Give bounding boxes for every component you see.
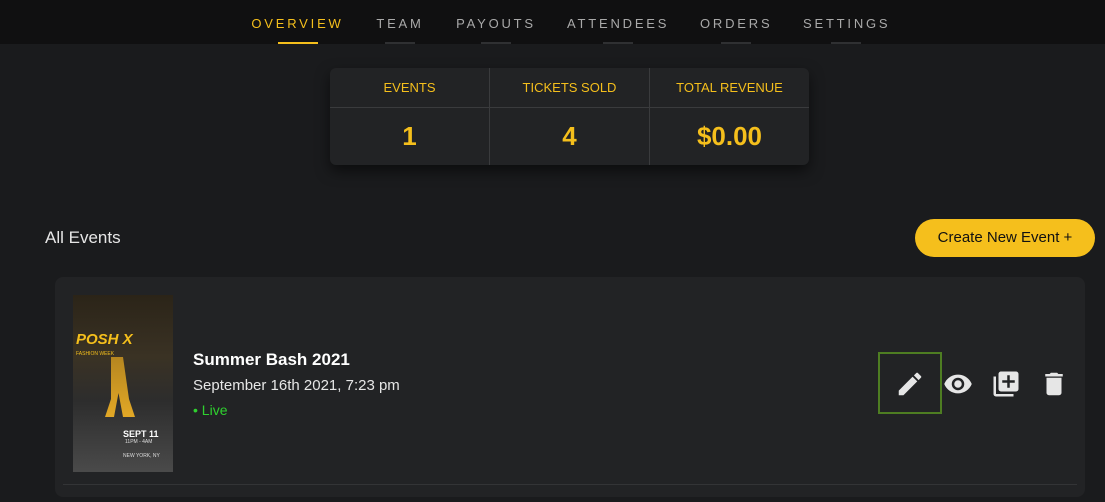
stat-value: $0.00 [696,121,763,151]
poster-date: SEPT 11 [123,429,159,439]
tab-underline [385,42,415,44]
poster-time: 11PM - 4AM [125,439,153,445]
tab-underline [831,42,861,44]
tab-settings[interactable]: SETTINGS [803,16,889,44]
duplicate-icon [993,371,1019,397]
card-divider [63,484,1077,485]
edit-button[interactable] [895,369,925,399]
stat-label: TICKETS SOLD [490,68,649,108]
trash-icon [1045,372,1063,396]
stat-events: EVENTS 1 [330,68,490,165]
event-datetime: September 16th 2021, 7:23 pm [193,377,400,394]
top-navigation: OVERVIEW TEAM PAYOUTS ATTENDEES ORDERS S… [0,0,1105,44]
tab-orders[interactable]: ORDERS [700,16,772,44]
section-title: All Events [45,228,121,247]
event-status: • Live [193,402,228,418]
eye-icon [944,374,972,394]
poster-figure [105,357,135,417]
tab-underline [603,42,633,44]
tab-underline [721,42,751,44]
event-name[interactable]: Summer Bash 2021 [193,350,350,370]
tab-team[interactable]: TEAM [376,16,424,44]
stat-label: TOTAL REVENUE [650,68,809,108]
event-poster[interactable]: POSH X FASHION WEEK SEPT 11 11PM - 4AM N… [73,295,173,472]
tab-settings-label: SETTINGS [803,16,891,31]
poster-title: POSH X [76,331,133,348]
stat-value: 1 [402,121,417,151]
create-event-button[interactable]: Create New Event + [915,219,1095,257]
stat-tickets-sold: TICKETS SOLD 4 [490,68,650,165]
tab-underline [277,42,318,44]
tab-attendees-label: ATTENDEES [567,16,670,31]
delete-button[interactable] [1039,369,1069,399]
stat-total-revenue: TOTAL REVENUE $0.00 [650,68,809,165]
view-button[interactable] [943,369,973,399]
duplicate-button[interactable] [991,369,1021,399]
event-card[interactable]: POSH X FASHION WEEK SEPT 11 11PM - 4AM N… [55,277,1085,497]
stat-value: 4 [562,121,577,151]
tab-underline [481,42,511,44]
tab-overview[interactable]: OVERVIEW [251,16,344,44]
tab-payouts[interactable]: PAYOUTS [456,16,536,44]
poster-location: NEW YORK, NY [123,453,160,459]
tab-payouts-label: PAYOUTS [456,16,536,31]
pencil-icon [898,372,922,396]
tab-team-label: TEAM [376,16,424,31]
tab-attendees[interactable]: ATTENDEES [567,16,669,44]
tab-orders-label: ORDERS [700,16,773,31]
tab-overview-label: OVERVIEW [251,16,344,31]
stats-panel: EVENTS 1 TICKETS SOLD 4 TOTAL REVENUE $0… [330,68,809,165]
stat-label: EVENTS [330,68,489,108]
poster-subtitle: FASHION WEEK [76,351,115,357]
